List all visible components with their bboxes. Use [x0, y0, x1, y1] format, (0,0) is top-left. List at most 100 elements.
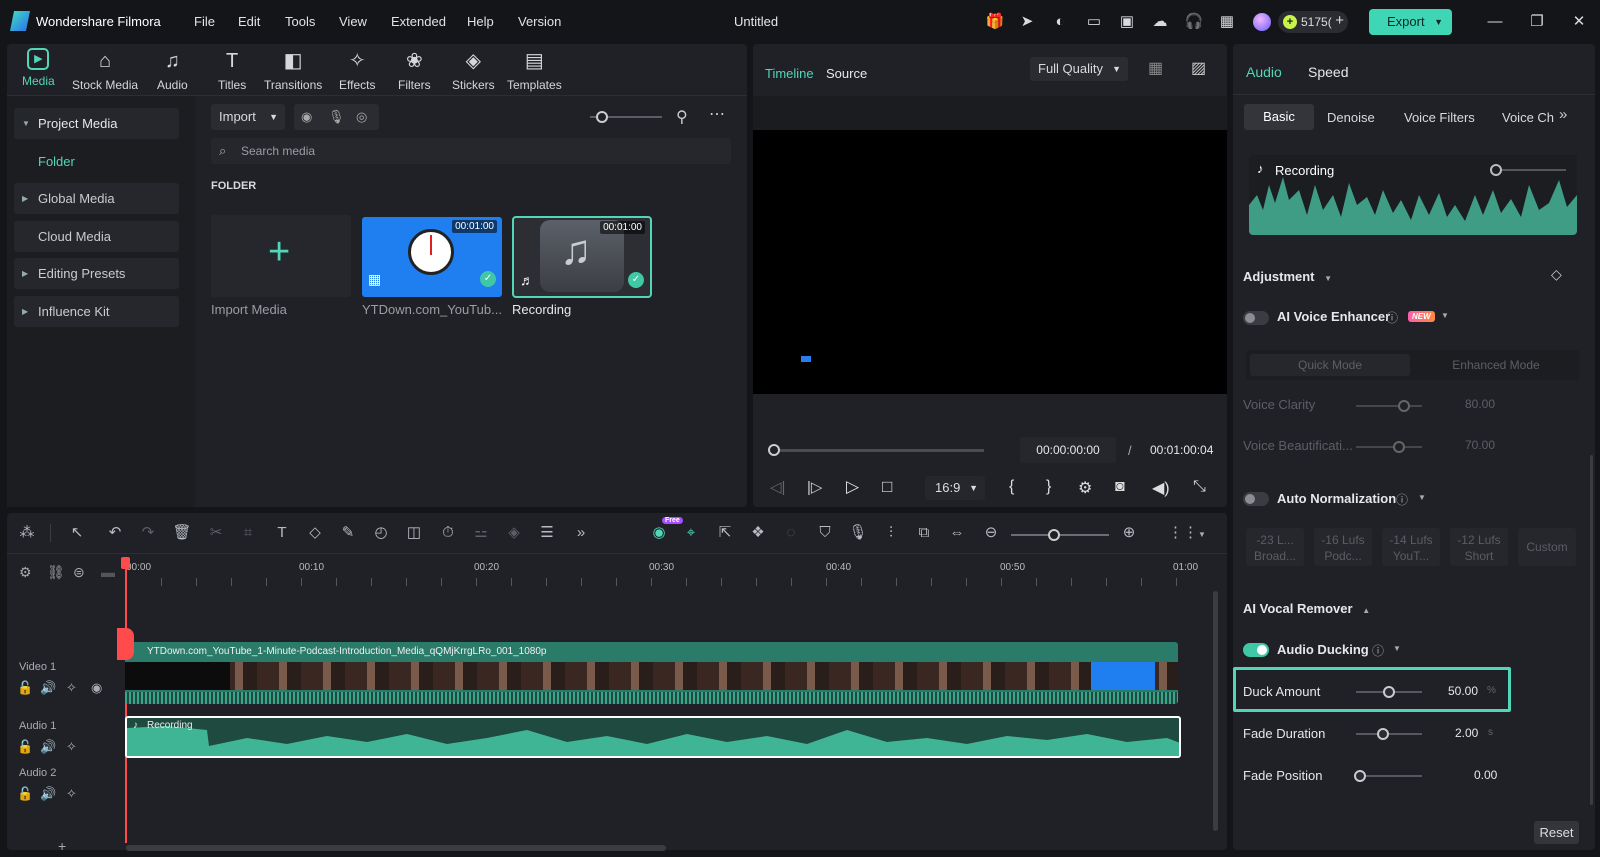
tab-media[interactable]: ▶ Media — [22, 48, 55, 88]
shield-icon[interactable]: ⛉ — [814, 522, 836, 544]
voice-beautification-slider[interactable] — [1356, 441, 1422, 453]
add-track-icon[interactable]: ▬ — [101, 564, 115, 580]
subtab-basic[interactable]: Basic — [1244, 104, 1314, 130]
snapshot-preview-icon[interactable]: ▨ — [1191, 58, 1206, 78]
sidebar-item-cloud-media[interactable]: Cloud Media — [14, 221, 179, 252]
tab-effects[interactable]: ✧ Effects — [339, 48, 375, 92]
caret-down-icon[interactable]: ▼ — [1441, 311, 1449, 320]
speaker-icon[interactable]: 🔊 — [40, 786, 56, 802]
fade-duration-slider[interactable] — [1356, 728, 1422, 740]
video-clip[interactable]: YTDown.com_YouTube_1-Minute-Podcast-Intr… — [125, 642, 1178, 704]
headset-icon[interactable]: 🎧 — [1184, 12, 1204, 32]
fade-position-value[interactable]: 0.00 — [1474, 768, 1497, 782]
zoom-out-icon[interactable]: ⊖ — [980, 522, 1002, 544]
tab-source[interactable]: Source — [826, 66, 867, 81]
timeline-horizontal-scrollbar[interactable] — [126, 845, 666, 851]
timeline-vertical-scrollbar[interactable] — [1213, 591, 1218, 831]
timeline-ruler[interactable]: 00:00 00:10 00:20 00:30 00:40 00:50 01:0… — [126, 556, 1198, 586]
lock-icon[interactable]: 🔓 — [17, 680, 33, 696]
eye-icon[interactable]: ◉ — [91, 680, 102, 696]
delete-icon[interactable]: 🗑 — [171, 522, 193, 544]
gift-icon[interactable]: 🎁 — [985, 12, 1005, 32]
lufs-preset-broadcast[interactable]: -23 L... Broad... — [1246, 528, 1304, 566]
add-track-plus-icon[interactable]: + — [58, 838, 66, 854]
minimize-icon[interactable]: — — [1485, 12, 1505, 32]
speaker-icon[interactable]: 🔊 — [40, 680, 56, 696]
cloud-sync-icon[interactable]: ◐ — [1050, 12, 1070, 32]
aspect-ratio-dropdown[interactable]: 16:9 ▼ — [925, 476, 985, 500]
cloud-upload-icon[interactable]: ☁ — [1150, 12, 1170, 32]
apps-grid-icon[interactable]: ▦ — [1217, 12, 1237, 32]
snap-icon[interactable]: ⌖ — [680, 522, 702, 544]
add-credits-icon[interactable]: + — [1335, 12, 1344, 29]
export-clip-icon[interactable]: ⇱ — [714, 522, 736, 544]
tab-audio[interactable]: ♫ Audio — [157, 48, 188, 92]
play-icon[interactable]: ▷ — [846, 477, 859, 497]
lufs-preset-youtube[interactable]: -14 Lufs YouT... — [1382, 528, 1440, 566]
step-forward-icon[interactable]: |▷ — [807, 478, 822, 496]
voice-clarity-value[interactable]: 80.00 — [1465, 397, 1495, 411]
menu-file[interactable]: File — [194, 14, 215, 29]
lufs-preset-custom[interactable]: Custom — [1518, 528, 1576, 566]
motion-track-icon[interactable]: ◌ — [780, 522, 802, 544]
stop-icon[interactable]: □ — [882, 477, 892, 497]
undo-icon[interactable]: ↶ — [104, 522, 126, 544]
select-cursor-icon[interactable]: ↖ — [66, 522, 88, 544]
fullscreen-icon[interactable]: ⤡ — [1193, 478, 1206, 496]
slider-knob[interactable] — [1377, 728, 1389, 740]
quick-mode-button[interactable]: Quick Mode — [1250, 354, 1410, 376]
help-icon[interactable]: ⓘ — [1372, 642, 1384, 659]
media-tile-video[interactable]: 00:01:00 ▦ ✓ — [362, 217, 502, 297]
pen-icon[interactable]: ✎ — [337, 522, 359, 544]
crop-icon[interactable]: ⌗ — [237, 522, 259, 544]
menu-version[interactable]: Version — [518, 14, 561, 29]
caret-down-icon[interactable]: ▼ — [1418, 493, 1426, 502]
slider-knob[interactable] — [1490, 164, 1502, 176]
tab-transitions[interactable]: ◧ Transitions — [264, 48, 322, 92]
video-preview[interactable] — [753, 130, 1227, 394]
help-icon[interactable]: ⓘ — [1396, 491, 1408, 508]
menu-edit[interactable]: Edit — [238, 14, 260, 29]
tab-filters[interactable]: ❀ Filters — [398, 48, 431, 92]
sidebar-item-folder[interactable]: Folder — [14, 146, 179, 177]
cut-icon[interactable]: ✂ — [205, 522, 227, 544]
subtab-voice-changer[interactable]: Voice Ch — [1502, 110, 1554, 125]
right-panel-scrollbar[interactable] — [1590, 455, 1593, 805]
menu-extended[interactable]: Extended — [391, 14, 446, 29]
more-tools-icon[interactable]: » — [570, 522, 592, 544]
subtab-voice-filters[interactable]: Voice Filters — [1404, 110, 1475, 125]
webcam-icon[interactable]: ◎ — [356, 104, 367, 130]
slider-knob[interactable] — [1048, 529, 1060, 541]
filter-icon[interactable]: ⚲ — [676, 107, 688, 127]
auto-normalization-toggle[interactable] — [1243, 492, 1269, 506]
tab-speed[interactable]: Speed — [1308, 64, 1348, 80]
adjust-icon[interactable]: ☰ — [536, 522, 558, 544]
audio-clip[interactable]: ♪ Recording — [125, 716, 1181, 758]
snapshot-icon[interactable]: ◙ — [1115, 478, 1125, 496]
menu-tools[interactable]: Tools — [285, 14, 315, 29]
current-time[interactable]: 00:00:00:00 — [1020, 437, 1116, 463]
tab-templates[interactable]: ▤ Templates — [507, 48, 562, 92]
send-icon[interactable]: ➤ — [1017, 12, 1037, 32]
audio-mixer-icon[interactable]: ⫶ — [880, 522, 902, 544]
playhead-knob[interactable] — [768, 444, 780, 456]
split-audio-icon[interactable]: ⚍ — [470, 522, 492, 544]
track-options-icon[interactable]: ⋮⋮ — [1168, 522, 1198, 544]
zoom-in-icon[interactable]: ⊕ — [1118, 522, 1140, 544]
microphone-icon[interactable]: 🎙 — [328, 104, 345, 130]
quality-dropdown[interactable]: Full Quality ▼ — [1030, 57, 1128, 81]
reset-button[interactable]: Reset — [1534, 821, 1579, 844]
lufs-preset-podcast[interactable]: -16 Lufs Podc... — [1314, 528, 1372, 566]
credits-badge[interactable]: + 5175( + — [1278, 11, 1348, 33]
enhanced-mode-button[interactable]: Enhanced Mode — [1416, 358, 1576, 372]
help-icon[interactable]: ⓘ — [1386, 309, 1398, 326]
import-dropdown[interactable]: Import ▼ — [211, 104, 285, 130]
fade-duration-value[interactable]: 2.00 — [1455, 726, 1478, 740]
layout-icon[interactable]: ▭ — [1084, 12, 1104, 32]
unlink-icon[interactable]: ⛓ — [47, 564, 65, 581]
fade-position-slider[interactable] — [1354, 770, 1422, 782]
lufs-preset-short[interactable]: -12 Lufs Short — [1450, 528, 1508, 566]
volume-icon[interactable]: ◀) — [1152, 478, 1170, 498]
redo-icon[interactable]: ↷ — [137, 522, 159, 544]
playhead-handle[interactable] — [121, 557, 130, 569]
